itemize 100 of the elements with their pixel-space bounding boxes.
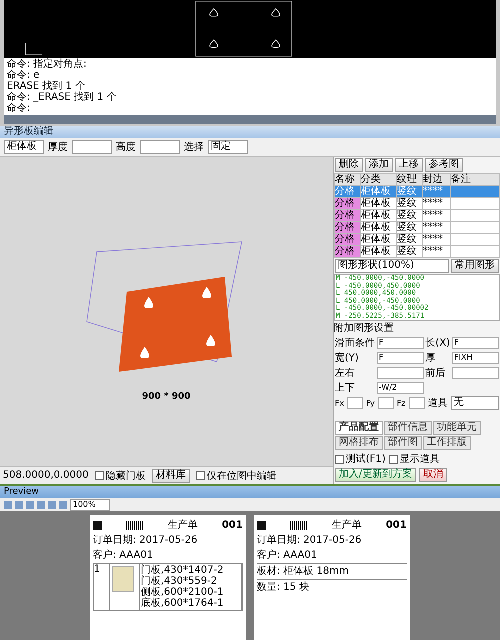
field-label: 上下	[335, 382, 356, 395]
toolbar-button[interactable]: 上移	[395, 158, 423, 172]
toolbar-label: 选择	[184, 140, 204, 154]
table-cell: ****	[422, 222, 450, 234]
toolbar-button[interactable]: 参考图	[425, 158, 463, 172]
offset-label: Fz	[396, 398, 406, 408]
option-label: 显示道具	[400, 453, 440, 466]
input-field[interactable]: FIXH	[452, 352, 499, 364]
logo-icon	[257, 520, 266, 530]
tab[interactable]: 工作排版	[423, 436, 471, 450]
order-info: 客户: AAA01	[257, 548, 318, 562]
part-line: 底板,600*1764-1	[141, 598, 225, 609]
ucs-icon	[26, 42, 42, 56]
board-type-dropdown[interactable]: 柜体板	[4, 140, 44, 154]
input-field[interactable]: F	[377, 337, 424, 349]
field-label: 长(X)	[426, 336, 450, 350]
document-title: 生产单	[168, 518, 198, 532]
part-line: 门板,430*1407-2	[141, 565, 225, 576]
table-cell: 柜体板	[360, 234, 396, 246]
tool-dropdown[interactable]: 无	[450, 396, 499, 410]
table-cell: ****	[422, 210, 450, 222]
offset-dropdown[interactable]	[378, 397, 394, 409]
hide-doors-checkbox[interactable]	[94, 471, 104, 480]
table-cell: 竖纹	[396, 210, 422, 222]
column-header[interactable]: 分类	[360, 174, 396, 186]
field-label: 左右	[335, 367, 356, 380]
offset-label: Fy	[366, 398, 375, 408]
column-header[interactable]: 备注	[450, 174, 500, 186]
field-label: 滑面条件	[335, 337, 375, 350]
column-header[interactable]: 纹理	[396, 174, 422, 186]
material-library-button[interactable]: 材料库	[152, 468, 190, 482]
input-field[interactable]	[452, 367, 499, 379]
shape-dropdown[interactable]: 图形形状(100%)	[335, 259, 449, 273]
table-cell: 竖纹	[396, 246, 422, 258]
tab[interactable]: 产品配置	[335, 421, 383, 435]
toolbar-dropdown[interactable]	[72, 140, 112, 154]
table-cell: 柜体板	[360, 246, 396, 258]
input-field[interactable]	[377, 367, 424, 379]
table-row[interactable]: 分格 柜体板 竖纹 ****	[334, 222, 500, 234]
order-info: 订单日期: 2017-05-26	[93, 534, 199, 547]
tab[interactable]: 功能单元	[433, 421, 481, 435]
table-cell: 柜体板	[360, 186, 396, 198]
option-label: 测试(F1)	[346, 452, 386, 466]
input-field[interactable]: -W/2	[377, 382, 424, 394]
part-line: 门板,430*559-2	[141, 576, 218, 587]
hide-doors-label: 隐藏门板	[106, 470, 146, 482]
table-cell: ****	[422, 246, 450, 258]
offset-dropdown[interactable]	[347, 397, 364, 409]
document-title: 生产单	[332, 518, 362, 532]
toolbar-dropdown[interactable]	[140, 140, 180, 154]
command-history-line: ERASE 找到 1 个	[7, 81, 86, 92]
toolbar-button[interactable]: 添加	[365, 158, 393, 172]
preset-shapes-button[interactable]: 常用图形	[451, 259, 499, 273]
section-label: 附加图形设置	[334, 322, 395, 335]
table-cell: 竖纹	[396, 198, 422, 210]
tool-label: 道具	[428, 397, 448, 410]
table-cell: 柜体板	[360, 222, 396, 234]
field-label: 厚	[426, 352, 437, 365]
order-info: 客户: AAA01	[93, 548, 154, 562]
command-history-line: 命令: e	[7, 70, 41, 81]
option-checkbox[interactable]	[388, 454, 398, 464]
part-line: 侧板,600*2100-1	[141, 587, 225, 598]
toolbar-dropdown[interactable]: 固定	[208, 140, 248, 154]
document-number: 001	[222, 520, 243, 530]
command-history-line: 命令: _ERASE 找到 1 个	[7, 92, 118, 103]
cancel-button[interactable]: 取消	[419, 468, 448, 482]
zoom-dropdown[interactable]: 100%	[70, 498, 110, 510]
table-row[interactable]: 分格 柜体板 竖纹 ****	[334, 198, 500, 210]
offset-dropdown[interactable]	[408, 397, 425, 409]
table-cell: 柜体板	[360, 210, 396, 222]
input-field[interactable]: F	[452, 337, 499, 349]
summary-line: 数量: 15 块	[257, 579, 407, 594]
table-cell: 竖纹	[396, 234, 422, 246]
tab[interactable]: 部件信息	[384, 421, 432, 435]
table-cell: 分格	[334, 198, 360, 210]
tab[interactable]: 部件图	[384, 436, 422, 450]
tab[interactable]: 网格排布	[335, 436, 383, 450]
toolbar-button[interactable]: 删除	[335, 158, 363, 172]
command-prompt[interactable]: 命令:	[7, 103, 493, 114]
bitmap-only-label: 仅在位图中编辑	[206, 470, 277, 482]
field-label: 宽(Y)	[335, 352, 360, 365]
order-info: 订单日期: 2017-05-26	[257, 534, 363, 547]
option-checkbox[interactable]	[335, 454, 344, 464]
table-row[interactable]: 分格 柜体板 竖纹 ****	[334, 246, 500, 258]
command-history-line: 命令: 指定对角点:	[7, 59, 88, 70]
table-row[interactable]: 分格 柜体板 竖纹 ****	[334, 234, 500, 246]
table-cell: 分格	[334, 210, 360, 222]
add-to-plan-button[interactable]: 加入/更新到方案	[335, 468, 416, 482]
column-header[interactable]: 封边	[422, 174, 450, 186]
product-image	[112, 566, 134, 592]
table-cell: 分格	[334, 222, 360, 234]
toolbar-label: 厚度	[48, 140, 68, 154]
document-number: 001	[386, 520, 407, 530]
coordinate-readout: 508.0000,0.0000	[3, 470, 89, 481]
dimension-label: 900 * 900	[142, 392, 191, 402]
input-field[interactable]: F	[377, 352, 424, 364]
column-header[interactable]: 名称	[334, 174, 360, 186]
bitmap-only-checkbox[interactable]	[196, 471, 205, 480]
summary-line: 板材: 柜体板 18mm	[257, 563, 407, 578]
table-row[interactable]: 分格 柜体板 竖纹 ****	[334, 210, 500, 222]
